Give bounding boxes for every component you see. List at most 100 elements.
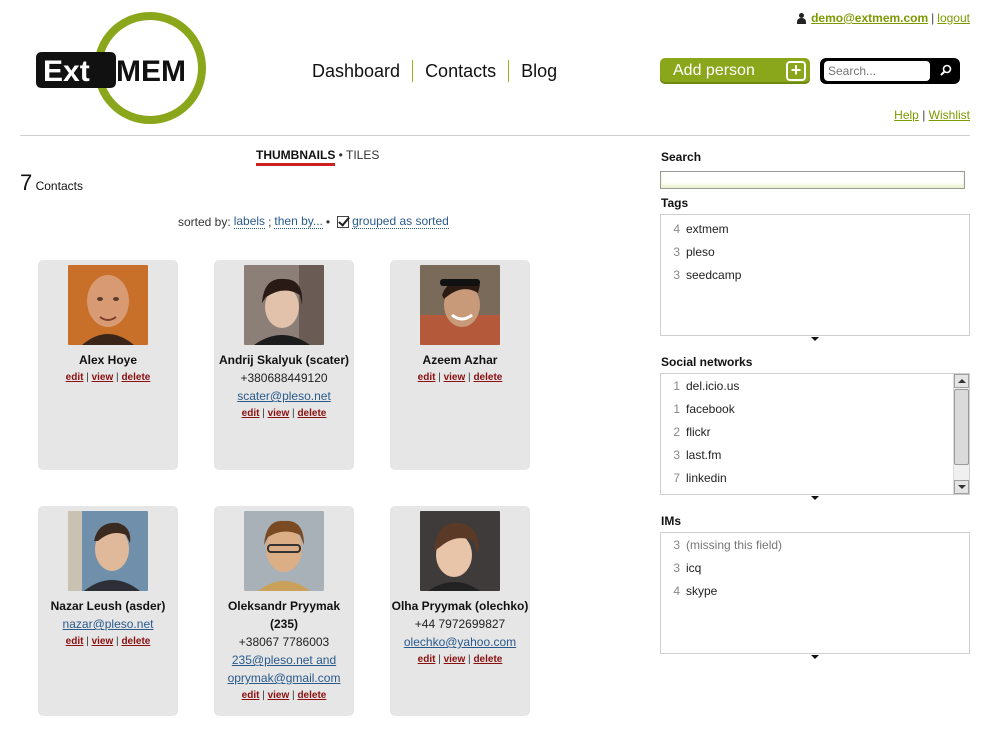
scroll-down-icon[interactable] — [954, 480, 969, 494]
divider: | — [931, 11, 935, 25]
tiles-tab[interactable]: TILES — [346, 148, 379, 162]
social-item[interactable]: 3 last.fm — [661, 443, 969, 466]
view-link[interactable]: view — [444, 654, 466, 665]
social-networks-label: Social networks — [661, 355, 753, 369]
user-email-link[interactable]: demo@extmem.com — [811, 11, 928, 25]
social-item[interactable]: 1 del.icio.us — [661, 374, 969, 397]
contacts-count-number: 7 — [20, 170, 33, 195]
sort-bar: sorted by: labels; then by... • grouped … — [178, 214, 449, 229]
edit-link[interactable]: edit — [418, 654, 436, 665]
header-search-input[interactable] — [824, 61, 930, 81]
contact-card[interactable]: Andrij Skalyuk (scater) +380688449120 sc… — [214, 260, 354, 470]
scroll-thumb[interactable] — [954, 389, 969, 465]
delete-link[interactable]: delete — [121, 636, 150, 647]
contacts-count-label: Contacts — [35, 179, 83, 193]
ims-list: 3 (missing this field) 3 icq 4 skype — [660, 532, 970, 654]
contact-actions: edit | view | delete — [241, 690, 327, 701]
contact-email[interactable]: 235@pleso.net and oprymak@gmail.com — [228, 653, 341, 685]
contact-card[interactable]: Nazar Leush (asder) nazar@pleso.net edit… — [38, 506, 178, 716]
contact-photo[interactable] — [244, 265, 324, 345]
im-item[interactable]: 3 icq — [661, 556, 969, 579]
nav-contacts[interactable]: Contacts — [412, 60, 508, 82]
delete-link[interactable]: delete — [473, 654, 502, 665]
contact-email[interactable]: olechko@yahoo.com — [404, 635, 516, 649]
tag-item[interactable]: 3 seedcamp — [661, 263, 969, 286]
contact-actions: edit | view | delete — [65, 372, 151, 383]
help-links: Help | Wishlist — [894, 108, 970, 122]
contact-card[interactable]: Olha Pryymak (olechko) +44 7972699827 ol… — [390, 506, 530, 716]
social-expand-arrow[interactable] — [811, 496, 819, 500]
header-divider — [20, 135, 970, 136]
view-link[interactable]: view — [444, 372, 466, 383]
delete-link[interactable]: delete — [297, 408, 326, 419]
ims-expand-arrow[interactable] — [811, 655, 819, 659]
grouped-link[interactable]: grouped as sorted — [352, 214, 449, 229]
social-item[interactable]: 2 flickr — [661, 420, 969, 443]
edit-link[interactable]: edit — [66, 372, 84, 383]
search-icon[interactable] — [940, 64, 952, 76]
edit-link[interactable]: edit — [242, 408, 260, 419]
contact-actions: edit | view | delete — [241, 408, 327, 419]
header-search — [820, 58, 960, 84]
edit-link[interactable]: edit — [418, 372, 436, 383]
view-link[interactable]: view — [92, 372, 114, 383]
tags-expand-arrow[interactable] — [811, 337, 819, 341]
grouped-checkbox[interactable] — [337, 215, 350, 228]
contact-photo[interactable] — [68, 265, 148, 345]
sidebar-search-label: Search — [661, 150, 702, 164]
tag-item[interactable]: 3 pleso — [661, 240, 969, 263]
nav-blog[interactable]: Blog — [508, 60, 569, 82]
sort-then-link[interactable]: then by... — [274, 214, 323, 229]
view-link[interactable]: view — [268, 690, 290, 701]
main-nav: Dashboard Contacts Blog — [300, 60, 569, 82]
svg-text:Ext: Ext — [43, 55, 90, 88]
tags-label: Tags — [661, 196, 689, 210]
contact-name: Olha Pryymak (olechko) — [391, 599, 529, 613]
contact-phone: +38067 7786003 — [238, 635, 330, 649]
contact-actions: edit | view | delete — [65, 636, 151, 647]
tag-item[interactable]: 4 extmem — [661, 217, 969, 240]
contacts-count: 7 Contacts — [20, 170, 83, 196]
view-link[interactable]: view — [268, 408, 290, 419]
extmem-logo[interactable]: Ext MEM — [32, 12, 210, 128]
edit-link[interactable]: edit — [242, 690, 260, 701]
sidebar-search-input[interactable] — [660, 171, 965, 189]
add-person-button[interactable]: Add person + — [660, 58, 810, 84]
social-item[interactable]: 1 facebook — [661, 397, 969, 420]
social-item[interactable]: 7 linkedin — [661, 466, 969, 489]
sort-labels-link[interactable]: labels — [233, 214, 266, 229]
contact-email[interactable]: nazar@pleso.net — [63, 617, 154, 631]
contact-email[interactable]: scater@pleso.net — [237, 389, 331, 403]
contact-photo[interactable] — [244, 511, 324, 591]
contact-photo[interactable] — [420, 265, 500, 345]
delete-link[interactable]: delete — [121, 372, 150, 383]
contact-phone: +380688449120 — [240, 371, 328, 385]
delete-link[interactable]: delete — [297, 690, 326, 701]
social-scrollbar[interactable] — [953, 374, 969, 494]
logout-link[interactable]: logout — [937, 11, 970, 25]
user-icon — [797, 12, 807, 24]
contact-name: Andrij Skalyuk (scater) — [218, 353, 350, 367]
svg-text:MEM: MEM — [116, 55, 186, 88]
contact-card[interactable]: Alex Hoye edit | view | delete — [38, 260, 178, 470]
sort-prefix: sorted by: — [178, 214, 231, 229]
plus-icon: + — [786, 61, 806, 81]
contact-card[interactable]: Oleksandr Pryymak (235) +38067 7786003 2… — [214, 506, 354, 716]
contact-card[interactable]: Azeem Azhar edit | view | delete — [390, 260, 530, 470]
nav-dashboard[interactable]: Dashboard — [300, 60, 412, 82]
ims-label: IMs — [661, 514, 682, 528]
im-item[interactable]: 4 skype — [661, 579, 969, 602]
add-person-label: Add person — [673, 62, 755, 79]
contact-actions: edit | view | delete — [417, 654, 503, 665]
contact-photo[interactable] — [420, 511, 500, 591]
contact-photo[interactable] — [68, 511, 148, 591]
scroll-up-icon[interactable] — [954, 374, 969, 388]
help-link[interactable]: Help — [894, 108, 919, 122]
thumbnails-tab[interactable]: THUMBNAILS — [256, 148, 336, 166]
divider: | — [922, 108, 926, 122]
delete-link[interactable]: delete — [473, 372, 502, 383]
view-link[interactable]: view — [92, 636, 114, 647]
im-item[interactable]: 3 (missing this field) — [661, 533, 969, 556]
wishlist-link[interactable]: Wishlist — [929, 108, 970, 122]
edit-link[interactable]: edit — [66, 636, 84, 647]
